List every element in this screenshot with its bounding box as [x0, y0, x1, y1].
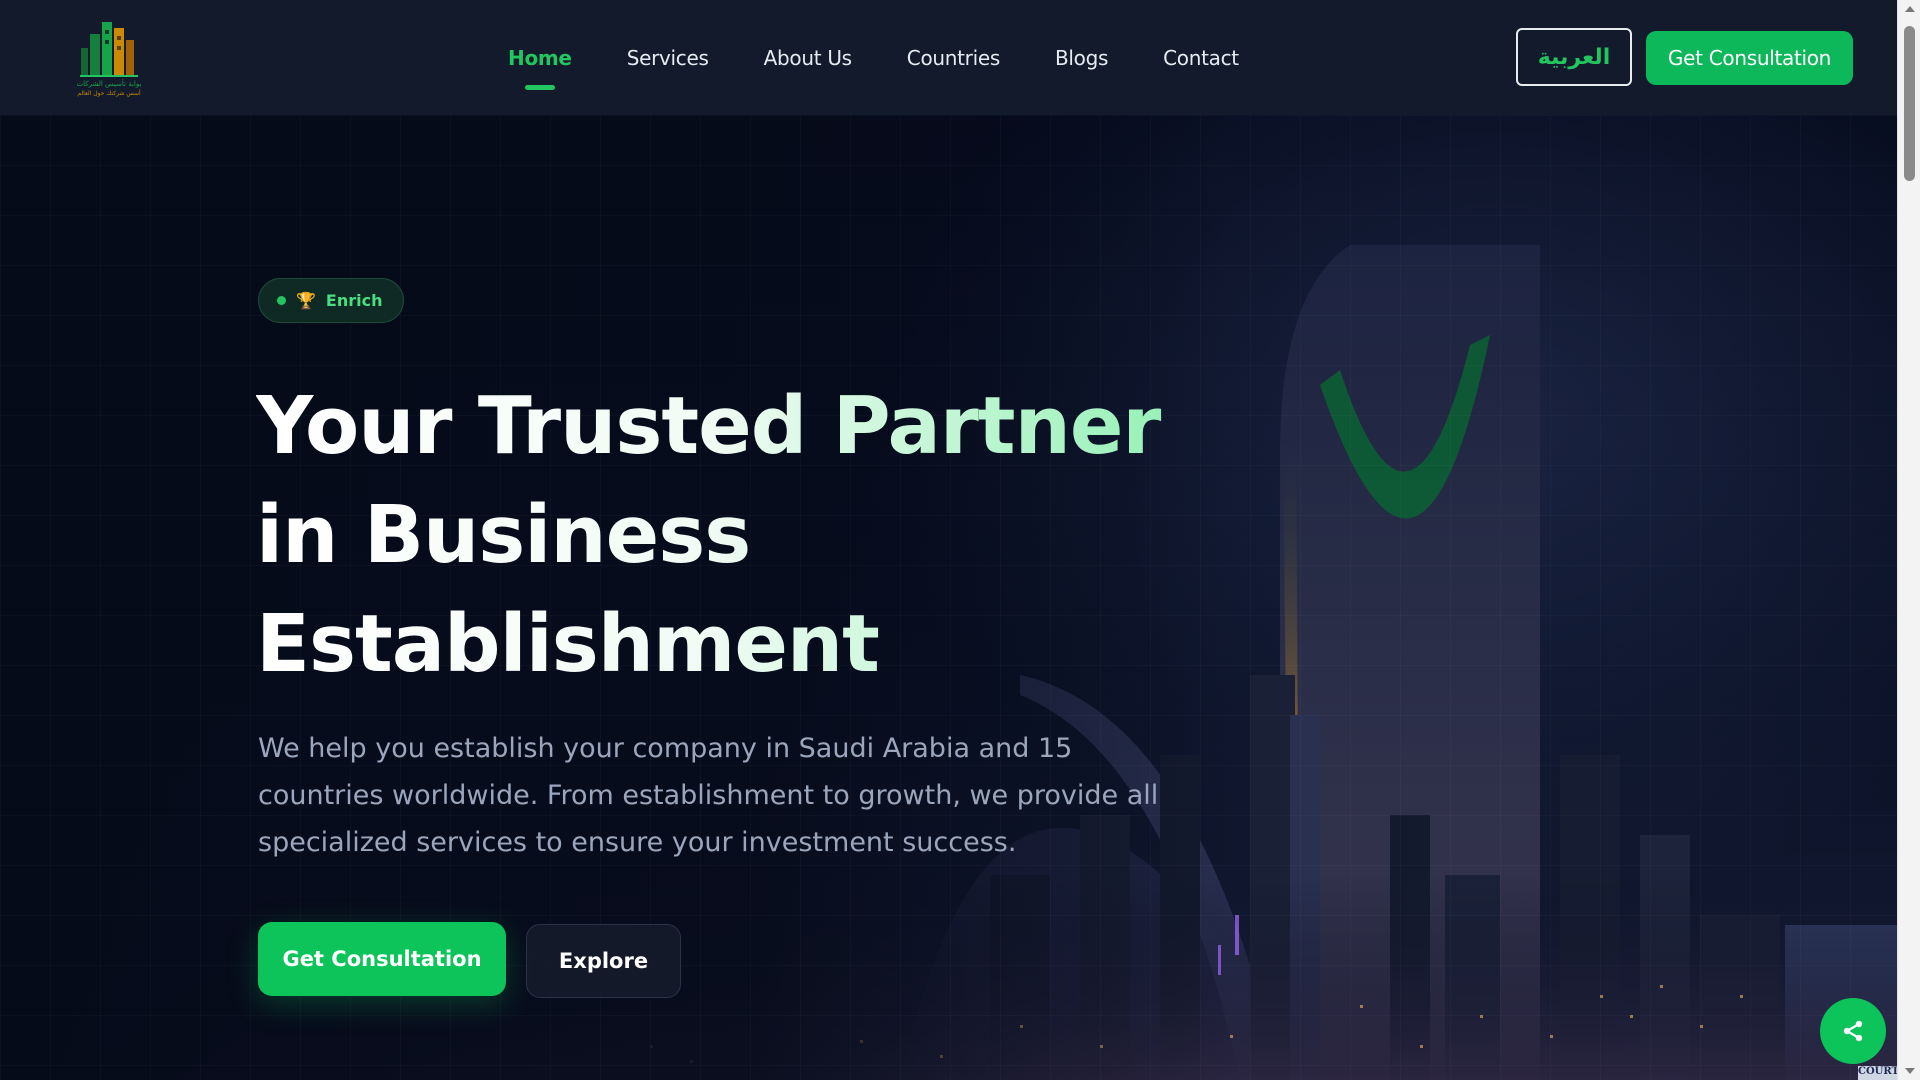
share-icon [1843, 1020, 1863, 1042]
hero-badge: 🏆 Enrich [258, 278, 404, 323]
nav-link-home[interactable]: Home [502, 46, 578, 70]
hero-description: We help you establish your company in Sa… [258, 733, 1159, 858]
trophy-icon: 🏆 [296, 291, 316, 310]
logo-building-icon: بوابة تأسيس الشركات أسس شركتك حول العالم [77, 22, 142, 97]
hero-title: Your Trusted Partner in Business Establi… [256, 372, 1256, 699]
nav-link-contact[interactable]: Contact [1157, 46, 1245, 70]
top-navbar: بوابة تأسيس الشركات أسس شركتك حول العالم… [0, 0, 1897, 115]
main-navigation: Home Services About Us Countries Blogs C… [502, 0, 1245, 115]
hero-title-line-3: Establishment [256, 598, 879, 690]
hero-get-consultation-button[interactable]: Get Consultation [258, 922, 506, 996]
nav-link-countries[interactable]: Countries [901, 46, 1006, 70]
share-button[interactable] [1820, 998, 1886, 1064]
nav-link-about-us[interactable]: About Us [758, 46, 858, 70]
company-logo[interactable]: بوابة تأسيس الشركات أسس شركتك حول العالم [68, 18, 158, 100]
badge-label: Enrich [325, 291, 383, 310]
nav-get-consultation-button[interactable]: Get Consultation [1646, 31, 1853, 85]
status-dot [277, 296, 286, 305]
scroll-up-arrow-icon[interactable] [1898, 0, 1920, 18]
hero-title-line-2: in Business [256, 489, 751, 581]
svg-text:بوابة تأسيس الشركات: بوابة تأسيس الشركات [77, 78, 142, 88]
hero-explore-button[interactable]: Explore [526, 924, 681, 998]
hero-title-line-1: Your Trusted Partner [256, 380, 1161, 472]
scroll-down-arrow-icon[interactable] [1898, 1062, 1920, 1080]
scrollbar-thumb[interactable] [1904, 26, 1915, 181]
nav-link-services[interactable]: Services [621, 46, 715, 70]
page-scrollbar[interactable] [1897, 0, 1920, 1080]
svg-text:أسس شركتك حول العالم: أسس شركتك حول العالم [77, 89, 141, 97]
corner-tag: COURT [1858, 1066, 1897, 1080]
language-switch-button[interactable]: العربية [1516, 28, 1632, 86]
nav-link-blogs[interactable]: Blogs [1049, 46, 1114, 70]
hero-section: 🏆 Enrich Your Trusted Partner in Busines… [0, 115, 1897, 1080]
